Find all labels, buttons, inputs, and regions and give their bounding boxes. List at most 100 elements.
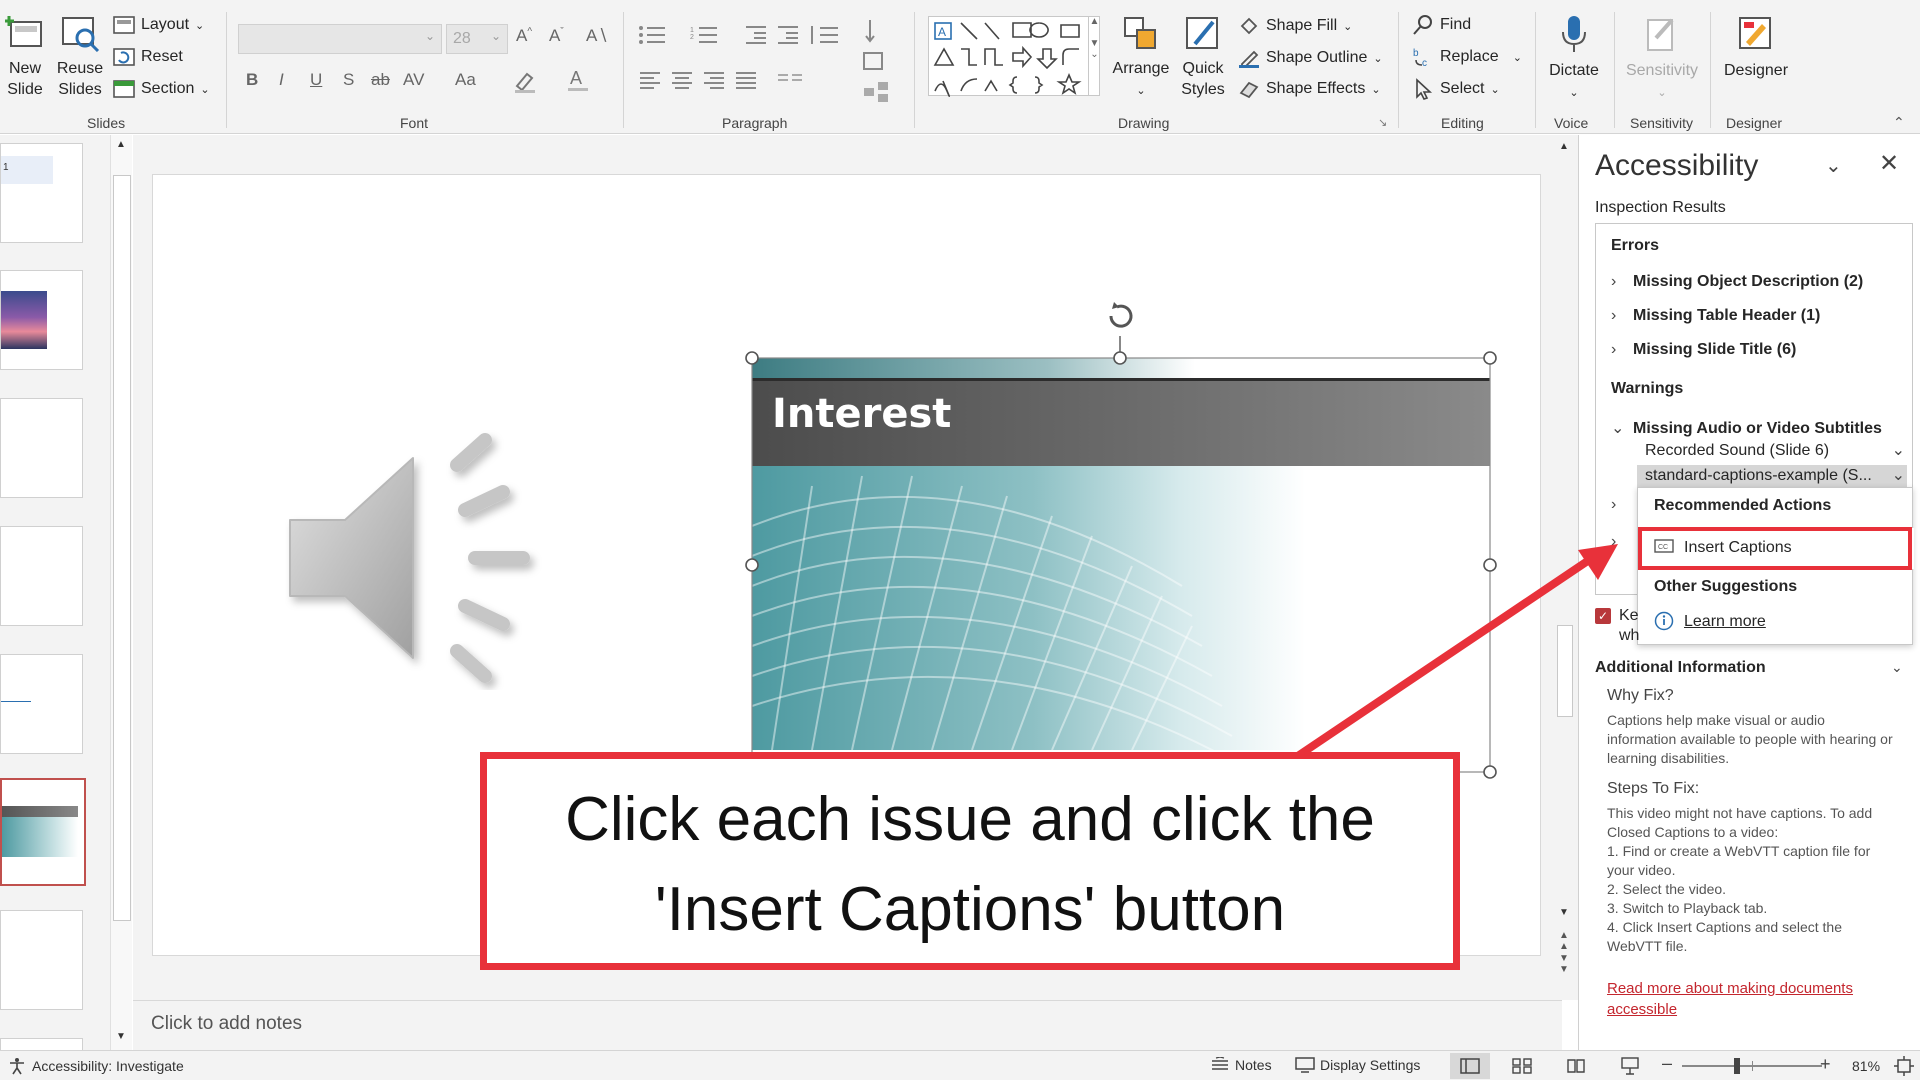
scrollbar-thumb[interactable]: [113, 175, 131, 921]
highlight-icon[interactable]: [512, 68, 538, 99]
scroll-down-icon[interactable]: ▼: [1559, 907, 1569, 918]
thumbnails-scrollbar[interactable]: ▲ ▼: [110, 135, 132, 1050]
reset-button[interactable]: Reset: [113, 48, 183, 66]
replace-button[interactable]: bc Replace ⌄: [1412, 46, 1522, 68]
display-settings-button[interactable]: Display Settings: [1295, 1057, 1420, 1073]
zoom-level[interactable]: 81%: [1852, 1058, 1880, 1074]
chevron-down-icon[interactable]: ⌄: [1825, 153, 1842, 178]
character-spacing-icon[interactable]: AV: [403, 70, 424, 90]
reading-view-icon[interactable]: [1566, 1058, 1586, 1074]
find-button[interactable]: Find: [1412, 14, 1471, 36]
warnings-heading: Warnings: [1611, 380, 1684, 397]
sensitivity-label: Sensitivity: [1625, 62, 1699, 79]
normal-view-button[interactable]: [1450, 1053, 1490, 1079]
slide-thumbnail[interactable]: [0, 270, 83, 370]
font-color-icon[interactable]: A: [565, 66, 591, 99]
smartart-icon[interactable]: [862, 80, 892, 109]
error-item[interactable]: › Missing Object Description (2): [1611, 273, 1863, 291]
section-button[interactable]: Section ⌄: [113, 80, 210, 98]
slide-sorter-icon[interactable]: [1512, 1058, 1532, 1074]
fit-to-window-icon[interactable]: [1894, 1056, 1914, 1076]
zoom-in-icon[interactable]: +: [1820, 1054, 1831, 1075]
slideshow-icon[interactable]: [1620, 1057, 1640, 1075]
font-group-label: Font: [400, 115, 429, 131]
align-center-icon[interactable]: [670, 70, 694, 95]
layout-button[interactable]: Layout ⌄: [113, 16, 204, 34]
close-icon[interactable]: ✕: [1879, 149, 1899, 178]
shapes-gallery-scroll[interactable]: ▲ ▼ ⌄: [1088, 16, 1100, 96]
display-settings-label: Display Settings: [1320, 1057, 1421, 1073]
font-size-box[interactable]: 28 ⌄: [446, 24, 508, 54]
previous-slide-icon[interactable]: ▲ ▲: [1559, 930, 1569, 952]
steps-heading: Steps To Fix:: [1607, 780, 1700, 797]
slide-thumbnail[interactable]: [0, 526, 83, 626]
audio-speaker-icon[interactable]: [285, 430, 560, 695]
ribbon: New Slide Reuse Slides Layout ⌄ Reset Sec…: [0, 0, 1920, 134]
underline-icon[interactable]: U: [310, 70, 322, 90]
accessibility-status-button[interactable]: Accessibility: Investigate: [8, 1057, 184, 1075]
font-name-box[interactable]: ⌄: [238, 24, 442, 54]
collapse-ribbon-icon[interactable]: ⌃: [1893, 114, 1905, 131]
shapes-gallery[interactable]: A: [928, 16, 1100, 97]
strikethrough-icon[interactable]: ab: [371, 70, 390, 90]
scroll-down-icon[interactable]: ▼: [116, 1031, 126, 1042]
sensitivity-button[interactable]: Sensitivity ⌄: [1620, 14, 1704, 104]
scroll-up-icon[interactable]: ▲: [1559, 141, 1569, 152]
slide-thumbnail[interactable]: [0, 1038, 83, 1050]
columns-icon[interactable]: [776, 70, 806, 95]
bold-icon[interactable]: B: [246, 70, 258, 90]
quick-styles-button[interactable]: Quick Styles: [1170, 14, 1236, 100]
align-left-icon[interactable]: [638, 70, 662, 95]
notes-button[interactable]: Notes: [1210, 1057, 1272, 1073]
next-slide-icon[interactable]: ▼ ▼: [1559, 953, 1569, 975]
slide-thumbnail-selected[interactable]: [0, 778, 86, 886]
clear-formatting-icon[interactable]: A∖: [586, 26, 608, 46]
arrange-button[interactable]: Arrange ⌄: [1108, 14, 1174, 102]
bullets-icon[interactable]: [638, 24, 672, 51]
drawing-group-label: Drawing: [1118, 115, 1170, 131]
zoom-out-icon[interactable]: –: [1662, 1053, 1672, 1074]
increase-indent-icon[interactable]: [776, 24, 800, 51]
chevron-right-icon[interactable]: ›: [1611, 496, 1616, 514]
warning-sub-item[interactable]: Recorded Sound (Slide 6) ⌄: [1645, 442, 1907, 460]
slide-thumbnail[interactable]: [0, 398, 83, 498]
chevron-down-icon: ⌄: [1891, 467, 1905, 484]
warning-sub-item-selected[interactable]: standard-captions-example (S... ⌄: [1637, 465, 1907, 487]
align-text-icon[interactable]: [862, 50, 892, 79]
notes-pane[interactable]: Click to add notes: [133, 1000, 1562, 1050]
shape-outline-button[interactable]: Shape Outline ⌄: [1238, 48, 1383, 68]
dialog-launcher-icon[interactable]: ↘: [1378, 116, 1387, 129]
text-direction-icon[interactable]: [862, 18, 892, 49]
zoom-slider[interactable]: [1682, 1058, 1822, 1074]
scroll-up-icon[interactable]: ▲: [116, 139, 126, 150]
accessibility-status-label: Accessibility: Investigate: [32, 1058, 184, 1074]
designer-button[interactable]: Designer: [1716, 14, 1796, 81]
read-more-link[interactable]: Read more about making documents accessi…: [1607, 978, 1897, 1020]
select-label: Select: [1440, 80, 1485, 97]
justify-icon[interactable]: [734, 70, 758, 95]
new-slide-button[interactable]: New Slide: [2, 14, 48, 100]
shadow-icon[interactable]: S: [343, 70, 354, 90]
zoom-slider-thumb[interactable]: [1734, 1058, 1740, 1074]
change-case-icon[interactable]: Aa: [455, 70, 476, 90]
decrease-indent-icon[interactable]: [744, 24, 768, 51]
error-item[interactable]: › Missing Table Header (1): [1611, 307, 1820, 325]
slide-thumbnail[interactable]: [0, 654, 83, 754]
line-spacing-icon[interactable]: [808, 24, 842, 51]
select-button[interactable]: Select ⌄: [1412, 78, 1500, 100]
chevron-down-icon[interactable]: ⌄: [1891, 659, 1903, 676]
increase-font-icon[interactable]: A^: [516, 26, 532, 46]
shape-effects-button[interactable]: Shape Effects ⌄: [1238, 79, 1381, 99]
slide-thumbnail[interactable]: 1: [0, 143, 83, 243]
error-item[interactable]: › Missing Slide Title (6): [1611, 341, 1796, 359]
slide-thumbnail[interactable]: [0, 910, 83, 1010]
learn-more-item[interactable]: Learn more: [1654, 610, 1904, 634]
italic-icon[interactable]: I: [279, 70, 284, 90]
numbering-icon[interactable]: 12: [690, 24, 724, 51]
align-right-icon[interactable]: [702, 70, 726, 95]
reuse-slides-button[interactable]: Reuse Slides: [55, 14, 105, 100]
dictate-button[interactable]: Dictate ⌄: [1543, 14, 1605, 104]
decrease-font-icon[interactable]: Aˇ: [549, 26, 564, 46]
shape-fill-button[interactable]: Shape Fill ⌄: [1238, 16, 1352, 36]
warning-item[interactable]: ⌄ Missing Audio or Video Subtitles: [1611, 418, 1882, 438]
